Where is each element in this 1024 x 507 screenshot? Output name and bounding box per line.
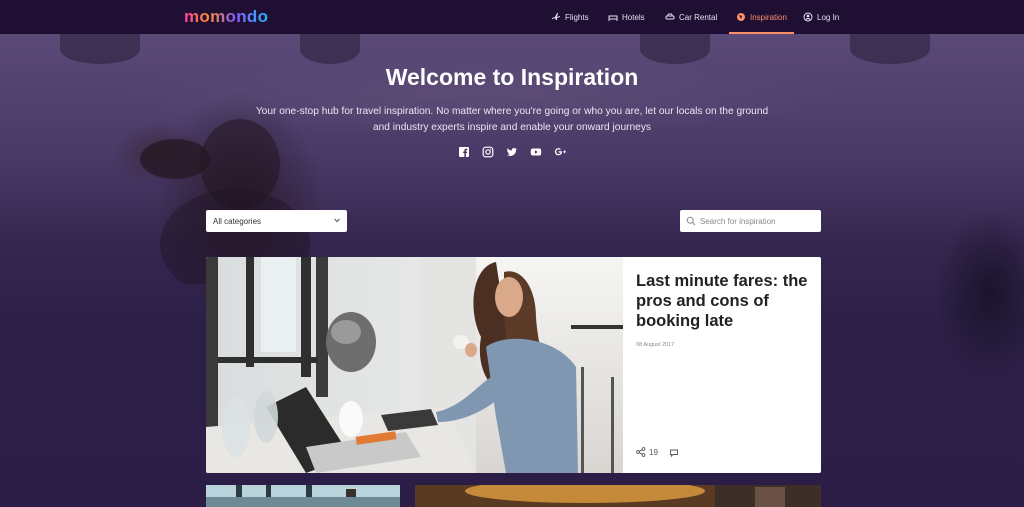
nav-flights-label: Flights	[565, 12, 589, 22]
nav-hotels-label: Hotels	[622, 12, 645, 22]
search-icon	[686, 216, 696, 226]
article-card-thumbnail[interactable]	[206, 485, 400, 507]
twitter-icon[interactable]	[506, 145, 518, 157]
featured-article-date: 08 August 2017	[636, 342, 675, 348]
momondo-logo[interactable]: momondo	[184, 7, 268, 27]
nav-flights[interactable]: Flights	[551, 0, 589, 34]
featured-article-title[interactable]: Last minute fares: the pros and cons of …	[636, 271, 816, 331]
page-title: Welcome to Inspiration	[385, 64, 639, 90]
nav-inspiration[interactable]: Inspiration	[729, 0, 794, 34]
article-card-image	[415, 485, 821, 507]
globe-icon	[737, 13, 745, 21]
car-icon	[665, 13, 675, 20]
share-count: 19	[649, 447, 658, 457]
facebook-icon[interactable]	[458, 145, 470, 157]
social-links	[458, 145, 567, 158]
article-card-image	[206, 485, 400, 507]
comment-icon[interactable]	[669, 448, 679, 458]
plane-icon	[552, 13, 560, 20]
article-card-thumbnail[interactable]	[415, 485, 821, 507]
share-button[interactable]: 19	[636, 447, 658, 457]
chevron-down-icon	[334, 218, 340, 223]
youtube-icon[interactable]	[530, 145, 542, 157]
featured-article-card[interactable]: Last minute fares: the pros and cons of …	[206, 257, 821, 473]
category-select-value: All categories	[213, 216, 262, 226]
nav-log-in-label: Log In	[817, 12, 840, 22]
share-icon	[636, 447, 646, 457]
nav-log-in[interactable]: Log In	[803, 0, 839, 34]
nav-car-rental-label: Car Rental	[679, 12, 718, 22]
featured-article-image[interactable]	[206, 257, 623, 473]
category-select[interactable]: All categories	[206, 210, 347, 232]
top-navigation-bar: momondo Flights Hotels Car Rental Inspir…	[0, 0, 1024, 34]
search-input[interactable]	[700, 216, 810, 226]
google-plus-icon[interactable]	[554, 145, 567, 157]
user-icon	[803, 12, 813, 22]
search-box[interactable]	[680, 210, 821, 232]
nav-inspiration-label: Inspiration	[750, 12, 787, 22]
nav-hotels[interactable]: Hotels	[608, 0, 645, 34]
bed-icon	[608, 15, 618, 21]
nav-car-rental[interactable]: Car Rental	[665, 0, 717, 34]
hero-subtitle: Your one-stop hub for travel inspiration…	[255, 106, 769, 133]
instagram-icon[interactable]	[482, 145, 494, 158]
